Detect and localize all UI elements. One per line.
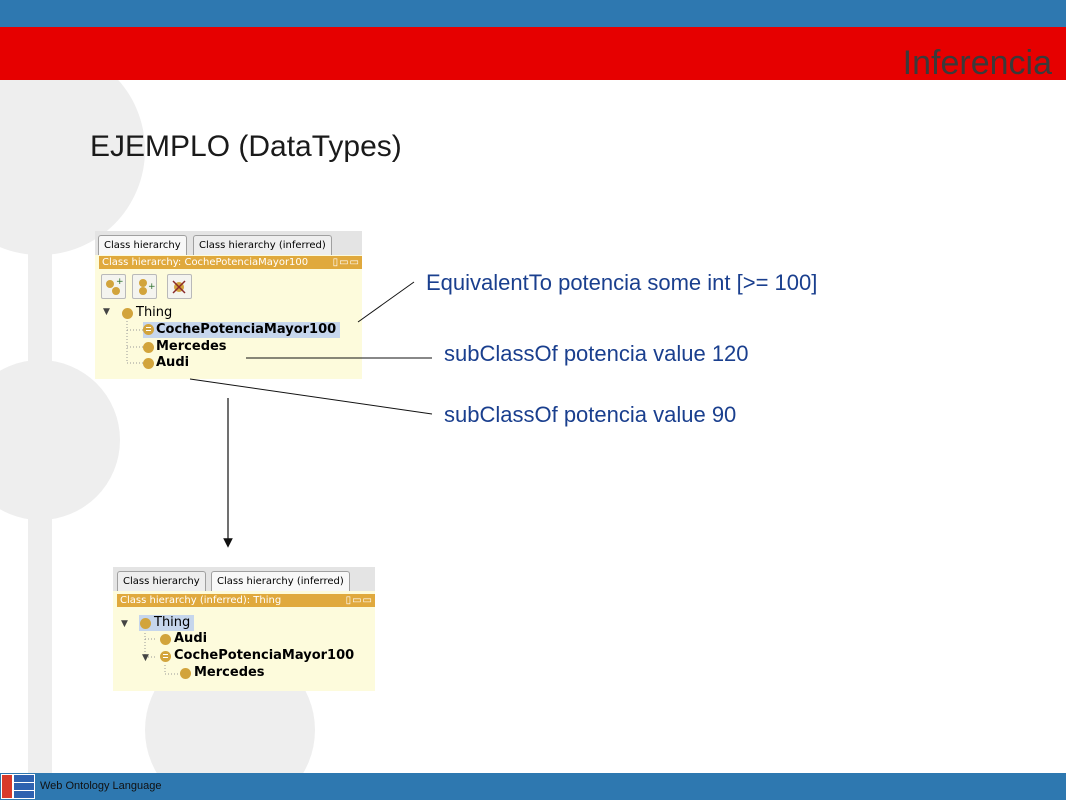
tree-item-audi[interactable]: Audi [156, 355, 189, 371]
tree-item-mercedes[interactable]: Mercedes [156, 339, 227, 355]
tree-item-cochepotenciamayor100[interactable]: CochePotenciaMayor100 [143, 322, 341, 338]
class-icon [143, 342, 154, 353]
tree-item-label: CochePotenciaMayor100 [156, 322, 337, 337]
annotation-audi-subclassof: subClassOf potencia value 90 [444, 402, 737, 427]
footer-text: Web Ontology Language [40, 780, 162, 792]
class-hierarchy-panel: Class hierarchy Class hierarchy (inferre… [95, 231, 362, 379]
equivalent-class-icon [143, 324, 154, 335]
footer-bar: Web Ontology Language [0, 773, 1066, 800]
tree-item-audi[interactable]: Audi [174, 631, 207, 647]
slide-title: Inferencia [902, 44, 1052, 82]
expand-toggle-icon[interactable]: ▼ [103, 307, 110, 317]
class-icon [160, 634, 171, 645]
tree-item-cochepotenciamayor100[interactable]: CochePotenciaMayor100 [174, 648, 354, 664]
tree-item-thing[interactable]: Thing [139, 615, 195, 631]
tree-item-label: Thing [154, 615, 191, 630]
class-icon [180, 668, 191, 679]
class-icon [122, 308, 133, 319]
class-icon [143, 358, 154, 369]
ontology-logo-icon [1, 774, 35, 799]
header-top-bar [0, 0, 1066, 27]
class-icon [140, 618, 151, 629]
tree-item-mercedes[interactable]: Mercedes [194, 665, 265, 681]
expand-toggle-icon[interactable]: ▼ [121, 619, 128, 629]
equivalent-class-icon [160, 651, 171, 662]
slide-heading: EJEMPLO (DataTypes) [90, 130, 402, 163]
expand-toggle-icon[interactable]: ▼ [142, 653, 149, 663]
tree-item-thing[interactable]: Thing [136, 305, 172, 321]
annotation-equivalent-to: EquivalentTo potencia some int [>= 100] [426, 270, 818, 295]
class-hierarchy-inferred-panel: Class hierarchy Class hierarchy (inferre… [113, 567, 375, 691]
annotation-mercedes-subclassof: subClassOf potencia value 120 [444, 341, 749, 366]
